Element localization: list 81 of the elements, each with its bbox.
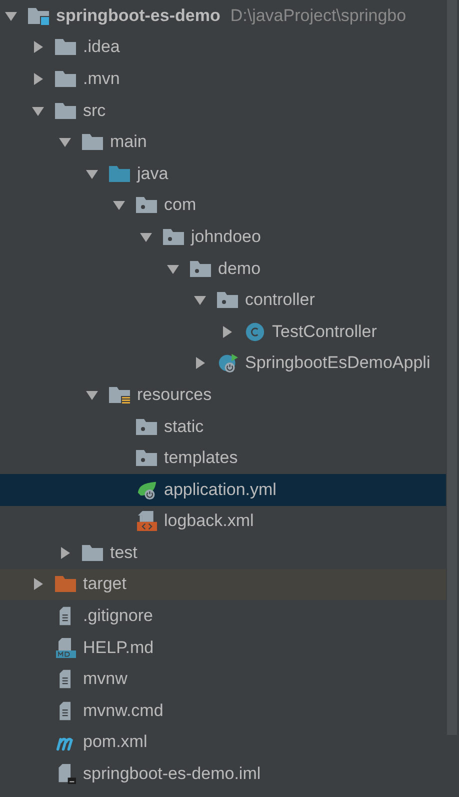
tree-row[interactable]: com xyxy=(0,190,446,222)
tree-row[interactable]: pom.xml xyxy=(0,726,446,758)
tree-item-label: .mvn xyxy=(83,68,120,89)
tree-item-label: controller xyxy=(245,290,315,310)
collapsed-arrow-icon[interactable] xyxy=(31,72,45,86)
tree-item-label: .idea xyxy=(83,37,120,58)
folder-icon xyxy=(55,37,77,58)
collapsed-arrow-icon[interactable] xyxy=(58,546,72,560)
folder-icon xyxy=(55,68,77,89)
folder-icon xyxy=(82,132,104,152)
tree-row[interactable]: static xyxy=(0,410,446,442)
project-path: D:\javaProject\springbo xyxy=(230,6,406,26)
tree-item-label: mvnw xyxy=(83,669,128,690)
tree-row[interactable]: test xyxy=(0,537,446,569)
folder-icon xyxy=(109,384,131,405)
tree-row[interactable]: templates xyxy=(0,442,446,474)
tree-row[interactable]: johndoeo xyxy=(0,221,446,253)
tree-item-label: TestController xyxy=(272,322,377,342)
tree-row[interactable]: java xyxy=(0,158,446,190)
tree-item-label: mvnw.cmd xyxy=(83,700,164,721)
tree-row[interactable]: SpringbootEsDemoAppli xyxy=(0,348,446,380)
package-icon xyxy=(136,195,158,216)
tree-item-label: SpringbootEsDemoAppli xyxy=(245,353,430,374)
tree-item-label: target xyxy=(83,574,126,594)
tree-item-label: springboot-es-demo.iml xyxy=(83,764,261,784)
tree-row[interactable]: .mvn xyxy=(0,63,446,95)
collapsed-arrow-icon[interactable] xyxy=(31,40,45,54)
package-icon xyxy=(163,226,185,247)
tree-item-label: com xyxy=(164,195,196,216)
tree-item-label: logback.xml xyxy=(164,511,254,532)
tree-item-label: test xyxy=(110,542,138,563)
tree-row[interactable]: target xyxy=(0,568,446,600)
tree-row[interactable]: application.yml xyxy=(0,474,446,506)
collapsed-arrow-icon[interactable] xyxy=(193,356,207,370)
leaf-icon xyxy=(136,480,158,500)
spring-class-icon xyxy=(217,353,239,374)
expanded-arrow-icon[interactable] xyxy=(193,293,207,308)
tree-row[interactable]: logback.xml xyxy=(0,506,446,538)
tree-row[interactable]: HELP.md xyxy=(0,632,446,664)
tree-item-label: johndoeo xyxy=(191,226,261,247)
markdown-file-icon xyxy=(55,638,77,658)
folder-icon xyxy=(82,542,104,563)
tree-item-label: .gitignore xyxy=(83,606,153,626)
folder-icon xyxy=(28,6,50,26)
folder-icon xyxy=(55,574,77,594)
expanded-arrow-icon[interactable] xyxy=(58,135,72,150)
tree-row[interactable]: springboot-es-demo.iml xyxy=(0,758,446,790)
tree-row[interactable]: .idea xyxy=(0,32,446,64)
package-icon xyxy=(190,258,212,279)
tree-row[interactable]: controller xyxy=(0,284,446,316)
package-icon xyxy=(136,416,158,437)
tree-item-label: pom.xml xyxy=(83,732,148,752)
tree-item-label: main xyxy=(110,132,147,152)
tree-row[interactable]: .gitignore xyxy=(0,600,446,632)
tree-row[interactable]: resources xyxy=(0,379,446,411)
tree-item-label: java xyxy=(137,164,168,184)
package-icon xyxy=(217,290,239,310)
tree-row[interactable]: main xyxy=(0,126,446,158)
tree-item-label: HELP.md xyxy=(83,638,154,658)
tree-item-label: src xyxy=(83,100,106,121)
package-icon xyxy=(136,448,158,468)
tree-item-label: static xyxy=(164,416,204,437)
tree-item-label: resources xyxy=(137,384,212,405)
tree-row[interactable]: TestController xyxy=(0,316,446,348)
tree-row[interactable]: springboot-es-demo D:\javaProject\springbo xyxy=(0,0,446,32)
collapsed-arrow-icon[interactable] xyxy=(31,577,45,592)
tree-row[interactable]: mvnw.cmd xyxy=(0,695,446,727)
tree-item-label: springboot-es-demo xyxy=(56,6,220,26)
folder-icon xyxy=(109,164,131,184)
tree-item-label: demo xyxy=(218,258,261,279)
xml-file-icon xyxy=(136,511,158,532)
tree-row[interactable]: src xyxy=(0,94,446,126)
expanded-arrow-icon[interactable] xyxy=(112,198,126,212)
tree-row[interactable]: mvnw xyxy=(0,663,446,696)
tree-item-label: templates xyxy=(164,448,238,468)
folder-icon xyxy=(55,100,77,121)
collapsed-arrow-icon[interactable] xyxy=(220,324,234,339)
tree-item-label: application.yml xyxy=(164,480,276,500)
class-icon xyxy=(244,322,266,342)
scrollbar[interactable] xyxy=(447,0,457,735)
tree-row[interactable]: demo xyxy=(0,252,446,284)
